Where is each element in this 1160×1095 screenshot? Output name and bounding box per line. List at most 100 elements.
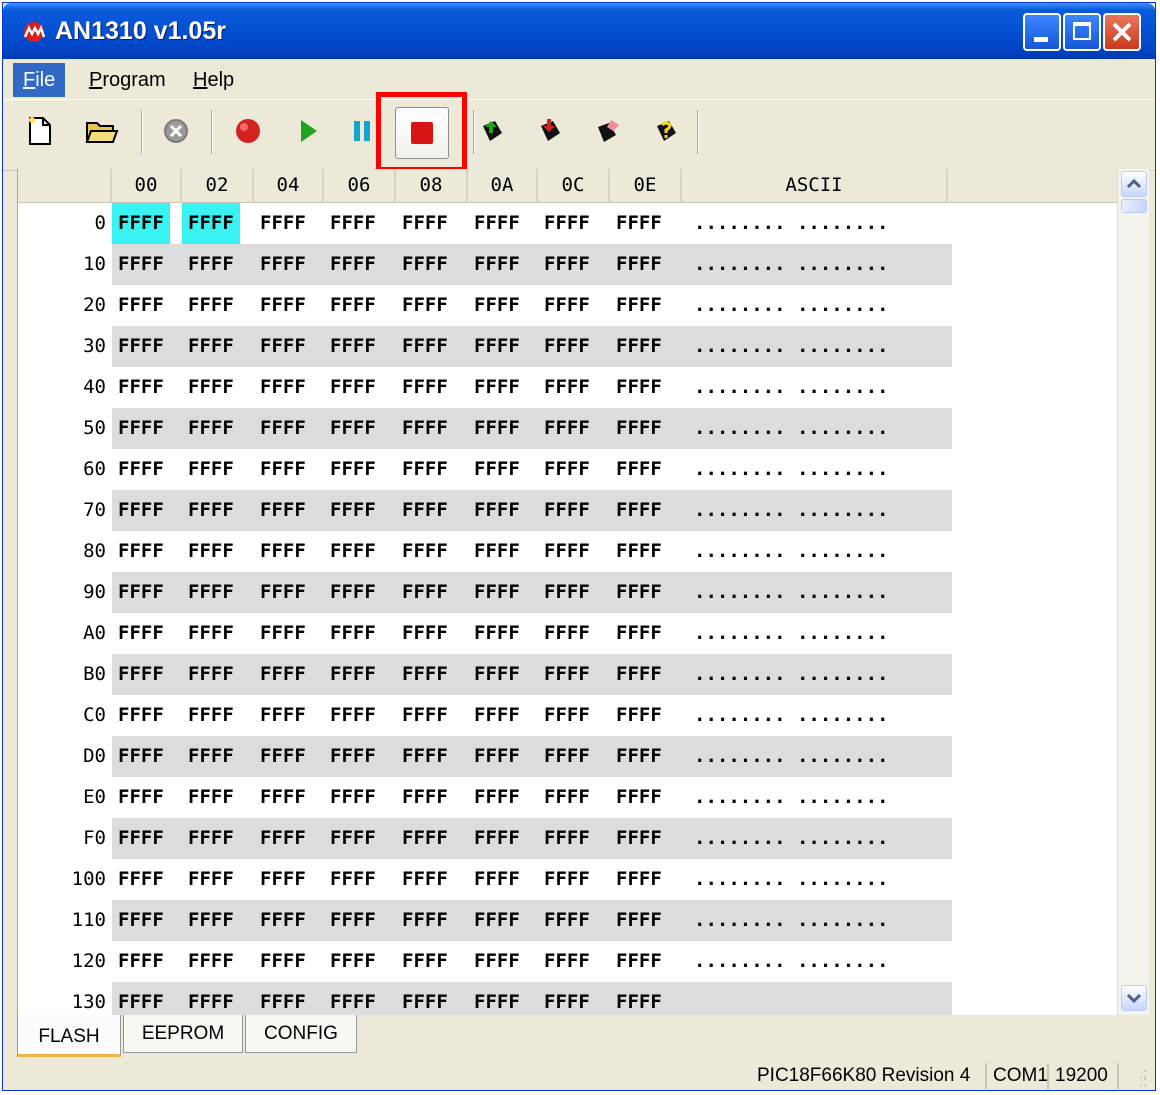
hex-cell[interactable]: FFFF [538, 531, 596, 572]
hex-cell[interactable]: FFFF [396, 654, 454, 695]
table-row[interactable]: 110 FFFF FFFF FFFF FFFF FFFF FFFF FFFF FFFF.....… [18, 900, 952, 941]
hex-cell[interactable]: FFFF [112, 777, 170, 818]
table-row[interactable]: E0 FFFF FFFF FFFF FFFF FFFF FFFF FFFF FFFF......… [18, 777, 952, 818]
hex-cell[interactable]: FFFF [610, 244, 668, 285]
hex-cell[interactable]: FFFF [324, 941, 382, 982]
table-row[interactable]: C0 FFFF FFFF FFFF FFFF FFFF FFFF FFFF FFFF......… [18, 695, 952, 736]
hex-cell[interactable]: FFFF [396, 941, 454, 982]
hex-cell[interactable]: FFFF [112, 941, 170, 982]
hex-cell[interactable]: FFFF [610, 859, 668, 900]
hex-cell[interactable]: FFFF [112, 367, 170, 408]
hex-cell[interactable]: FFFF [112, 736, 170, 777]
hex-cell[interactable]: FFFF [396, 326, 454, 367]
hex-cell[interactable]: FFFF [468, 900, 526, 941]
hex-cell[interactable]: FFFF [324, 367, 382, 408]
hex-cell[interactable]: FFFF [538, 818, 596, 859]
hex-cell[interactable]: FFFF [468, 531, 526, 572]
hex-cell[interactable]: FFFF [396, 367, 454, 408]
erase-device-button[interactable] [585, 108, 631, 154]
table-row[interactable]: 70 FFFF FFFF FFFF FFFF FFFF FFFF FFFF FFFF......… [18, 490, 952, 531]
hex-cell[interactable]: FFFF [396, 818, 454, 859]
hex-cell[interactable]: FFFF [538, 900, 596, 941]
hex-cell[interactable]: FFFF [610, 285, 668, 326]
hex-cell[interactable]: FFFF [112, 244, 170, 285]
hex-cell[interactable]: FFFF [182, 695, 240, 736]
table-row[interactable]: A0 FFFF FFFF FFFF FFFF FFFF FFFF FFFF FFFF......… [18, 613, 952, 654]
hex-cell[interactable]: FFFF [112, 654, 170, 695]
table-row[interactable]: 120 FFFF FFFF FFFF FFFF FFFF FFFF FFFF FFFF.....… [18, 941, 952, 982]
column-header[interactable]: ASCII [682, 169, 948, 203]
hex-cell[interactable]: FFFF [610, 818, 668, 859]
hex-cell[interactable]: FFFF [538, 449, 596, 490]
hex-cell[interactable]: FFFF [538, 572, 596, 613]
hex-cell[interactable]: FFFF [182, 367, 240, 408]
hex-cell[interactable]: FFFF [468, 818, 526, 859]
verify-device-button[interactable] [643, 108, 689, 154]
new-file-button[interactable] [17, 108, 63, 154]
hex-cell[interactable]: FFFF [182, 572, 240, 613]
hex-cell[interactable]: FFFF [538, 654, 596, 695]
table-row[interactable]: 10 FFFF FFFF FFFF FFFF FFFF FFFF FFFF FFFF......… [18, 244, 952, 285]
table-row[interactable]: F0 FFFF FFFF FFFF FFFF FFFF FFFF FFFF FFFF......… [18, 818, 952, 859]
hex-cell[interactable]: FFFF [396, 408, 454, 449]
hex-cell[interactable]: FFFF [324, 490, 382, 531]
hex-cell[interactable]: FFFF [396, 203, 454, 244]
hex-cell[interactable]: FFFF [610, 777, 668, 818]
hex-cell[interactable]: FFFF [182, 490, 240, 531]
column-header[interactable]: 08 [396, 169, 468, 203]
resize-grip-icon[interactable]: .:.: [1131, 1066, 1147, 1088]
hex-cell[interactable]: FFFF [112, 859, 170, 900]
hex-cell[interactable]: FFFF [610, 613, 668, 654]
hex-cell[interactable]: FFFF [182, 941, 240, 982]
hex-cell[interactable]: FFFF [254, 613, 312, 654]
hex-cell[interactable]: FFFF [610, 531, 668, 572]
column-header[interactable]: 0E [610, 169, 682, 203]
hex-cell[interactable]: FFFF [324, 695, 382, 736]
hex-cell[interactable]: FFFF [112, 326, 170, 367]
hex-cell[interactable]: FFFF [254, 572, 312, 613]
hex-cell[interactable]: FFFF [112, 900, 170, 941]
column-header[interactable]: 04 [254, 169, 324, 203]
hex-cell[interactable]: FFFF [538, 859, 596, 900]
hex-cell[interactable]: FFFF [396, 490, 454, 531]
hex-cell[interactable]: FFFF [112, 408, 170, 449]
column-header[interactable]: 06 [324, 169, 396, 203]
write-device-button[interactable] [527, 108, 573, 154]
hex-cell[interactable]: FFFF [254, 859, 312, 900]
hex-cell[interactable]: FFFF [324, 613, 382, 654]
maximize-button[interactable] [1063, 13, 1101, 51]
hex-cell[interactable]: FFFF [396, 572, 454, 613]
hex-cell[interactable]: FFFF [468, 408, 526, 449]
hex-cell[interactable]: FFFF [468, 736, 526, 777]
table-row[interactable]: 30 FFFF FFFF FFFF FFFF FFFF FFFF FFFF FFFF......… [18, 326, 952, 367]
hex-cell[interactable]: FFFF [396, 285, 454, 326]
hex-cell[interactable]: FFFF [468, 367, 526, 408]
hex-cell[interactable]: FFFF [254, 941, 312, 982]
hex-cell[interactable]: FFFF [610, 449, 668, 490]
hex-cell[interactable]: FFFF [468, 244, 526, 285]
hex-cell[interactable]: FFFF [254, 326, 312, 367]
menu-help[interactable]: Help [183, 63, 244, 97]
hex-cell[interactable]: FFFF [610, 367, 668, 408]
hex-cell[interactable]: FFFF [112, 572, 170, 613]
hex-cell[interactable]: FFFF [396, 695, 454, 736]
hex-cell[interactable]: FFFF [396, 449, 454, 490]
title-bar[interactable]: AN1310 v1.05r [3, 3, 1155, 59]
hex-cell[interactable]: FFFF [112, 818, 170, 859]
table-row[interactable]: 60 FFFF FFFF FFFF FFFF FFFF FFFF FFFF FFFF......… [18, 449, 952, 490]
vertical-scrollbar[interactable] [1117, 169, 1149, 1015]
hex-cell[interactable]: FFFF [538, 326, 596, 367]
column-header[interactable]: 0C [538, 169, 610, 203]
run-button[interactable] [285, 108, 331, 154]
hex-cell[interactable]: FFFF [396, 531, 454, 572]
hex-cell[interactable]: FFFF [468, 654, 526, 695]
hex-cell[interactable]: FFFF [396, 777, 454, 818]
hex-cell[interactable]: FFFF [112, 490, 170, 531]
hex-cell[interactable]: FFFF [538, 203, 596, 244]
hex-cell[interactable]: FFFF [324, 818, 382, 859]
menu-program[interactable]: Program [79, 63, 176, 97]
hex-cell[interactable]: FFFF [610, 490, 668, 531]
hex-cell[interactable]: FFFF [254, 982, 312, 1015]
table-row[interactable]: 50 FFFF FFFF FFFF FFFF FFFF FFFF FFFF FFFF......… [18, 408, 952, 449]
hex-cell[interactable]: FFFF [254, 285, 312, 326]
